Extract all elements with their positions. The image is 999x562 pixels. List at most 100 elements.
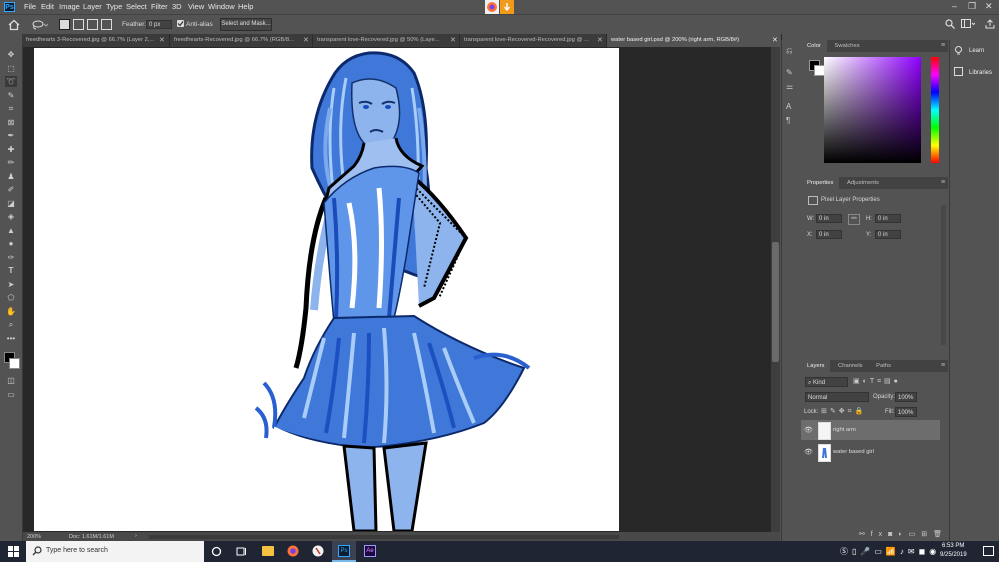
y-input[interactable]: 0 in	[875, 230, 901, 239]
tab-swatches[interactable]: Swatches	[828, 40, 865, 52]
vertical-scrollbar[interactable]	[771, 47, 780, 532]
share-icon[interactable]	[985, 19, 995, 29]
close-tab-icon[interactable]: ✕	[450, 34, 456, 47]
visibility-eye-icon[interactable]: 👁	[804, 448, 813, 456]
tab-transparent-love[interactable]: transparent love-Recovered.jpg @ 50% (La…	[313, 34, 460, 47]
firefox-icon[interactable]	[287, 545, 299, 557]
workspace-icon[interactable]	[961, 19, 976, 29]
adjustments-icon[interactable]: ⚌	[786, 82, 793, 91]
select-and-mask-button[interactable]: Select and Mask...	[220, 18, 272, 31]
filter-kind-select[interactable]: ⌕ Kind	[805, 377, 848, 387]
menu-window[interactable]: Window	[208, 2, 235, 11]
opacity-input[interactable]: 100%	[895, 392, 917, 402]
menu-edit[interactable]: Edit	[41, 2, 54, 11]
layer-row-water-based-girl[interactable]: 👁 water based girl	[801, 442, 940, 462]
panel-menu-icon[interactable]: ≡	[941, 179, 945, 186]
paint-bucket-tool-icon[interactable]: ◈	[5, 211, 17, 222]
panel-menu-icon[interactable]: ≡	[941, 42, 945, 49]
lasso-tool-icon[interactable]: ➰	[5, 76, 17, 87]
clone-stamp-tool-icon[interactable]: ♟	[5, 171, 17, 182]
frame-tool-icon[interactable]: ⊠	[5, 117, 17, 128]
healing-brush-tool-icon[interactable]: ✚	[5, 144, 17, 155]
tab-water-based-girl[interactable]: water based girl.psd @ 200% (right arm, …	[607, 34, 782, 47]
new-selection-icon[interactable]	[59, 19, 70, 30]
libraries-icon[interactable]	[954, 67, 963, 76]
close-tab-icon[interactable]: ✕	[159, 34, 165, 47]
crop-tool-icon[interactable]: ⌗	[5, 103, 17, 114]
learn-label[interactable]: Learn	[969, 48, 984, 54]
brush-settings-icon[interactable]: ✎	[786, 68, 793, 77]
history-brush-tool-icon[interactable]: ✐	[5, 184, 17, 195]
firefox-tray-icon[interactable]	[485, 0, 499, 14]
menu-3d[interactable]: 3D	[172, 2, 182, 11]
document-canvas[interactable]	[34, 48, 619, 531]
minimize-button[interactable]: –	[952, 1, 957, 11]
brush-tool-icon[interactable]: ✏	[5, 157, 17, 168]
chevron-right-icon[interactable]: ›	[135, 533, 137, 539]
windows-start-icon[interactable]	[8, 546, 19, 557]
notifications-icon[interactable]	[983, 546, 994, 556]
close-button[interactable]: ✕	[985, 1, 993, 12]
type-tool-icon[interactable]: T	[5, 265, 17, 276]
tab-layers[interactable]: Layers	[801, 360, 831, 372]
character-panel-icon[interactable]: A	[786, 102, 791, 111]
tab-freedhearts-recovered[interactable]: freedhearts-Recovered.jpg @ 66.7% (RGB/8…	[170, 34, 313, 47]
menu-type[interactable]: Type	[106, 2, 122, 11]
menu-image[interactable]: Image	[59, 2, 80, 11]
layer-row-right-arm[interactable]: 👁 right arm	[801, 420, 940, 440]
add-selection-icon[interactable]	[73, 19, 84, 30]
link-icon[interactable]: ⚯	[848, 214, 860, 225]
clock-date[interactable]: 9/25/2019	[940, 552, 967, 558]
move-tool-icon[interactable]: ✥	[5, 49, 17, 60]
download-icon[interactable]	[500, 0, 514, 14]
x-input[interactable]: 0 in	[816, 230, 842, 239]
home-icon[interactable]	[8, 19, 20, 31]
libraries-label[interactable]: Libraries	[969, 70, 992, 76]
tab-properties[interactable]: Properties	[801, 177, 840, 189]
tab-freedhearts-3[interactable]: freedhearts 3-Recovered.jpg @ 66.7% (Lay…	[22, 34, 170, 47]
tab-channels[interactable]: Channels	[832, 360, 869, 372]
horizontal-scrollbar[interactable]	[149, 535, 619, 539]
tab-adjustments[interactable]: Adjustments	[841, 177, 885, 189]
eyedropper-tool-icon[interactable]: ✒	[5, 130, 17, 141]
file-explorer-icon[interactable]	[262, 546, 274, 556]
menu-view[interactable]: View	[188, 2, 204, 11]
intersect-selection-icon[interactable]	[101, 19, 112, 30]
restore-button[interactable]: ❐	[968, 1, 976, 12]
menu-file[interactable]: File	[24, 2, 36, 11]
tab-transparent-love-recovered[interactable]: transparent love-Recovered-Recovered.jpg…	[460, 34, 607, 47]
pen-tool-icon[interactable]: ✑	[5, 252, 17, 263]
panel-menu-icon[interactable]: ≡	[941, 362, 945, 369]
system-tray-icons[interactable]: Ⓢ▯🎤▭📶♪✉◼◉	[840, 546, 940, 557]
quick-mask-icon[interactable]: ◫	[5, 375, 17, 386]
photoshop-taskbar-button[interactable]: Ps	[332, 541, 356, 562]
app-icon[interactable]	[312, 545, 324, 557]
more-tools-icon[interactable]: •••	[5, 333, 17, 344]
subtract-selection-icon[interactable]	[87, 19, 98, 30]
quick-select-tool-icon[interactable]: ✎	[5, 90, 17, 101]
hue-slider[interactable]	[931, 57, 939, 163]
layer-filter-icons[interactable]: ▣◐T⌗▤●	[853, 377, 901, 386]
blur-tool-icon[interactable]: ▲	[5, 225, 17, 236]
tab-color[interactable]: Color	[801, 40, 827, 52]
properties-scrollbar[interactable]	[941, 205, 946, 345]
close-tab-icon[interactable]: ✕	[597, 34, 603, 47]
lightbulb-icon[interactable]	[954, 46, 963, 55]
height-input[interactable]: 0 in	[875, 214, 901, 223]
marquee-tool-icon[interactable]: ⬚	[5, 63, 17, 74]
background-color-swatch[interactable]	[9, 358, 20, 369]
history-panel-icon[interactable]: ⎌	[786, 46, 792, 56]
zoom-level[interactable]: 200%	[27, 534, 41, 540]
lock-icons[interactable]: ⊞✎✥⌗🔒	[821, 407, 866, 416]
feather-input[interactable]: 0 px	[146, 20, 172, 29]
shape-tool-icon[interactable]: ⬠	[5, 292, 17, 303]
search-icon[interactable]	[945, 19, 955, 29]
anti-alias-checkbox[interactable]	[177, 20, 184, 27]
zoom-tool-icon[interactable]: ⌕	[5, 319, 17, 330]
color-field[interactable]	[824, 57, 921, 163]
paragraph-panel-icon[interactable]: ¶	[786, 116, 790, 125]
close-tab-icon[interactable]: ✕	[303, 34, 309, 47]
menu-filter[interactable]: Filter	[151, 2, 168, 11]
hand-tool-icon[interactable]: ✋	[5, 306, 17, 317]
cortana-icon[interactable]	[211, 546, 222, 557]
